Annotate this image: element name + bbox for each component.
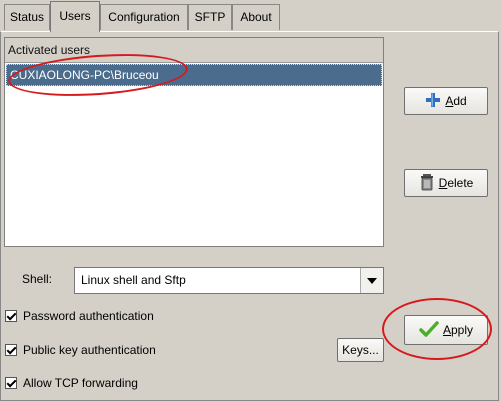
public-key-auth-checkbox[interactable]	[5, 344, 17, 356]
shell-label: Shell:	[22, 272, 53, 286]
password-auth-option[interactable]: Password authentication	[5, 308, 154, 324]
tab-configuration[interactable]: Configuration	[100, 4, 188, 30]
list-item[interactable]: CUXIAOLONG-PC\Bruceou	[6, 64, 382, 86]
trash-can-icon	[419, 173, 435, 194]
add-button[interactable]: Add	[404, 87, 488, 115]
dropdown-arrow-icon[interactable]	[360, 268, 383, 293]
activated-users-list[interactable]: Activated users CUXIAOLONG-PC\Bruceou	[4, 37, 384, 247]
password-auth-checkbox[interactable]	[5, 310, 17, 322]
checkmark-icon	[419, 320, 439, 340]
tcp-forwarding-option[interactable]: Allow TCP forwarding	[5, 375, 138, 391]
list-header: Activated users	[5, 38, 383, 63]
add-button-label: Add	[445, 94, 467, 108]
tab-bar: Status Users Configuration SFTP About	[0, 0, 501, 32]
apply-button[interactable]: Apply	[404, 315, 488, 345]
tcp-forwarding-label: Allow TCP forwarding	[23, 376, 138, 390]
public-key-auth-option[interactable]: Public key authentication	[5, 342, 156, 358]
tab-status[interactable]: Status	[4, 4, 50, 30]
password-auth-label: Password authentication	[23, 309, 154, 323]
delete-button[interactable]: Delete	[404, 169, 488, 197]
tab-about[interactable]: About	[232, 4, 280, 30]
tab-sftp[interactable]: SFTP	[188, 4, 232, 30]
keys-button-label: Keys...	[342, 343, 379, 357]
public-key-auth-label: Public key authentication	[23, 343, 156, 357]
keys-button[interactable]: Keys...	[337, 338, 384, 362]
shell-select[interactable]: Linux shell and Sftp	[74, 267, 384, 294]
apply-button-label: Apply	[442, 323, 474, 337]
shell-select-value: Linux shell and Sftp	[81, 273, 186, 287]
tcp-forwarding-checkbox[interactable]	[5, 377, 17, 389]
delete-button-label: Delete	[438, 176, 474, 190]
plus-icon	[425, 92, 441, 111]
tab-users[interactable]: Users	[50, 1, 100, 32]
